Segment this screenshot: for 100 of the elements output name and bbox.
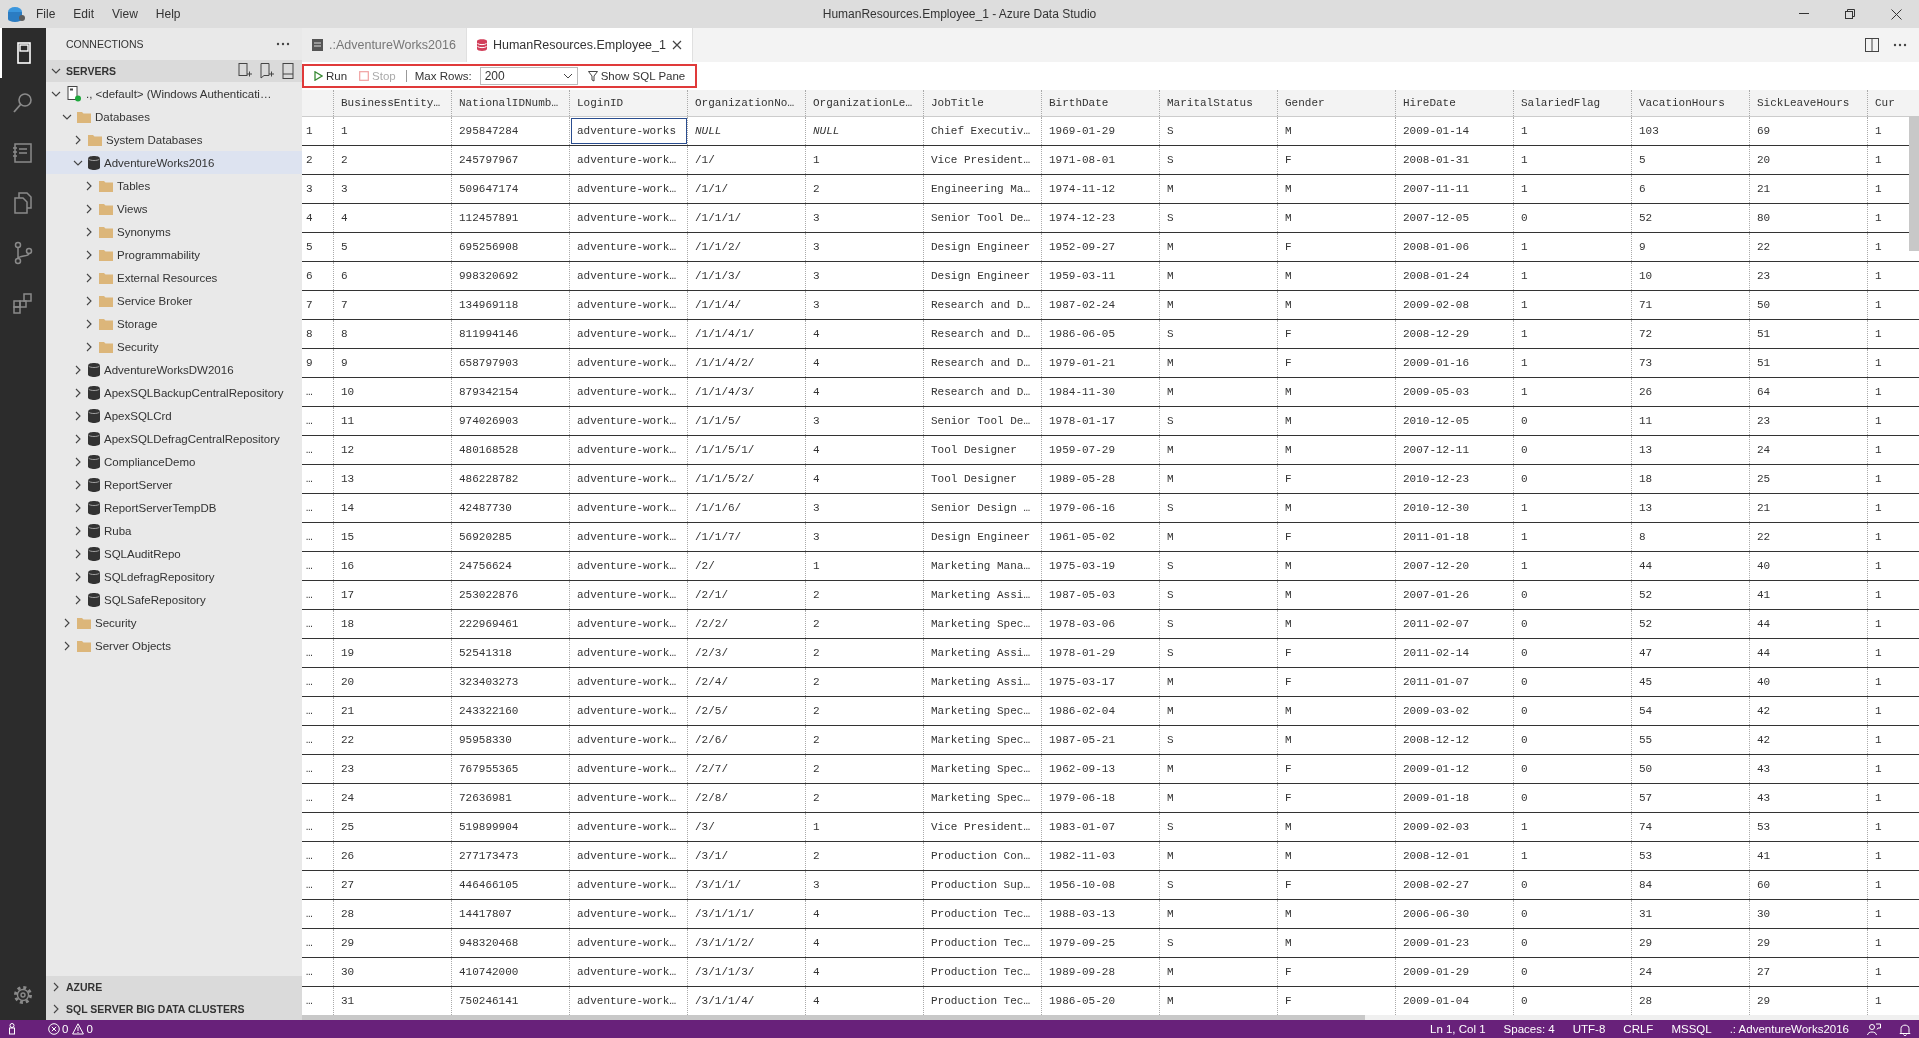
table-cell[interactable]: 41 (1750, 581, 1868, 609)
table-cell[interactable]: 1 (1868, 755, 1919, 783)
table-cell[interactable]: F (1278, 755, 1396, 783)
table-cell[interactable]: 1 (1868, 262, 1919, 290)
person-icon[interactable] (8, 1023, 16, 1035)
table-cell[interactable]: adventure-works (570, 117, 688, 145)
table-cell[interactable]: /2/3/ (688, 639, 806, 667)
editor-tab[interactable]: .:AdventureWorks2016 (302, 28, 467, 62)
table-cell[interactable]: 2009-01-14 (1396, 117, 1514, 145)
table-cell[interactable]: 2009-01-29 (1396, 958, 1514, 986)
table-cell[interactable]: 7 (334, 291, 452, 319)
table-cell[interactable]: 3 (806, 204, 924, 232)
table-cell[interactable]: 2 (334, 146, 452, 174)
table-cell[interactable]: 74 (1632, 813, 1750, 841)
table-cell[interactable]: 57 (1632, 784, 1750, 812)
table-cell[interactable]: M (1278, 204, 1396, 232)
table-cell[interactable]: 2009-02-03 (1396, 813, 1514, 841)
status-item[interactable]: Spaces: 4 (1503, 1023, 1555, 1035)
table-cell[interactable]: 1 (1514, 552, 1632, 580)
table-cell[interactable]: 1969-01-29 (1042, 117, 1160, 145)
table-cell[interactable]: adventure-work… (570, 175, 688, 203)
table-cell[interactable]: 2006-06-30 (1396, 900, 1514, 928)
table-cell[interactable]: adventure-work… (570, 291, 688, 319)
table-cell[interactable]: M (1278, 494, 1396, 522)
table-cell[interactable]: adventure-work… (570, 523, 688, 551)
error-count[interactable]: 0 (48, 1023, 69, 1035)
section-header[interactable]: AZURE (46, 976, 302, 998)
table-cell[interactable]: S (1160, 929, 1278, 957)
table-cell[interactable]: /2/4/ (688, 668, 806, 696)
column-header[interactable]: JobTitle (924, 90, 1042, 116)
table-cell[interactable]: 15 (334, 523, 452, 551)
table-cell[interactable]: M (1160, 175, 1278, 203)
menu-item[interactable]: Help (147, 4, 189, 24)
table-cell[interactable]: /2/2/ (688, 610, 806, 638)
table-cell[interactable]: 1 (1868, 929, 1919, 957)
status-item[interactable]: CRLF (1623, 1023, 1654, 1035)
table-cell[interactable]: 43 (1750, 784, 1868, 812)
table-cell[interactable]: 2009-02-08 (1396, 291, 1514, 319)
table-cell[interactable]: 1959-07-29 (1042, 436, 1160, 464)
table-cell[interactable]: 16 (334, 552, 452, 580)
column-header[interactable]: Gender (1278, 90, 1396, 116)
table-cell[interactable]: 486228782 (452, 465, 570, 493)
table-cell[interactable]: Design Engineer (924, 523, 1042, 551)
table-cell[interactable]: M (1278, 117, 1396, 145)
table-cell[interactable]: Production Sup… (924, 871, 1042, 899)
table-cell[interactable]: S (1160, 407, 1278, 435)
run-button[interactable]: Run (312, 70, 350, 82)
table-cell[interactable]: 410742000 (452, 958, 570, 986)
table-cell[interactable]: 30 (334, 958, 452, 986)
table-cell[interactable]: Marketing Spec… (924, 755, 1042, 783)
table-cell[interactable]: Engineering Ma… (924, 175, 1042, 203)
table-cell[interactable]: 1 (1514, 349, 1632, 377)
table-cell[interactable]: 8 (1632, 523, 1750, 551)
table-cell[interactable]: adventure-work… (570, 871, 688, 899)
table-cell[interactable]: 17 (334, 581, 452, 609)
table-cell[interactable]: 2011-02-14 (1396, 639, 1514, 667)
table-cell[interactable]: adventure-work… (570, 378, 688, 406)
table-cell[interactable]: F (1278, 784, 1396, 812)
table-cell[interactable]: M (1278, 436, 1396, 464)
tree-item[interactable]: Security (46, 335, 302, 358)
section-header[interactable]: SQL SERVER BIG DATA CLUSTERS (46, 998, 302, 1020)
table-cell[interactable]: 2009-01-16 (1396, 349, 1514, 377)
server-icon[interactable] (282, 63, 294, 79)
table-cell[interactable]: adventure-work… (570, 581, 688, 609)
table-cell[interactable]: 1978-01-29 (1042, 639, 1160, 667)
table-cell[interactable]: 22 (334, 726, 452, 754)
table-cell[interactable]: /1/1/7/ (688, 523, 806, 551)
table-cell[interactable]: 23 (334, 755, 452, 783)
table-cell[interactable]: Research and D… (924, 378, 1042, 406)
table-cell[interactable]: NULL (688, 117, 806, 145)
table-cell[interactable]: 2008-12-12 (1396, 726, 1514, 754)
table-cell[interactable]: 1 (1868, 842, 1919, 870)
table-cell[interactable]: 1 (334, 117, 452, 145)
table-cell[interactable]: 29 (334, 929, 452, 957)
table-cell[interactable]: /3/ (688, 813, 806, 841)
table-cell[interactable]: 3 (334, 175, 452, 203)
table-cell[interactable]: 4 (806, 349, 924, 377)
table-cell[interactable]: 1987-02-24 (1042, 291, 1160, 319)
table-cell[interactable]: 21 (1750, 494, 1868, 522)
table-cell[interactable]: M (1160, 668, 1278, 696)
table-cell[interactable]: 4 (806, 958, 924, 986)
table-cell[interactable]: 24 (1632, 958, 1750, 986)
tree-item[interactable]: Storage (46, 312, 302, 335)
table-cell[interactable]: 21 (1750, 175, 1868, 203)
table-cell[interactable]: 0 (1514, 668, 1632, 696)
table-cell[interactable]: 1959-03-11 (1042, 262, 1160, 290)
table-cell[interactable]: 2010-12-05 (1396, 407, 1514, 435)
table-cell[interactable]: 19 (334, 639, 452, 667)
table-cell[interactable]: 3 (806, 233, 924, 261)
table-cell[interactable]: adventure-work… (570, 668, 688, 696)
table-cell[interactable]: 4 (806, 436, 924, 464)
table-cell[interactable]: adventure-work… (570, 146, 688, 174)
table-cell[interactable]: /1/1/4/1/ (688, 320, 806, 348)
table-cell[interactable]: 1 (1868, 639, 1919, 667)
table-cell[interactable]: 23 (1750, 407, 1868, 435)
table-cell[interactable]: 253022876 (452, 581, 570, 609)
table-cell[interactable]: 323403273 (452, 668, 570, 696)
table-cell[interactable]: S (1160, 494, 1278, 522)
table-cell[interactable]: 50 (1632, 755, 1750, 783)
table-cell[interactable]: 44 (1632, 552, 1750, 580)
